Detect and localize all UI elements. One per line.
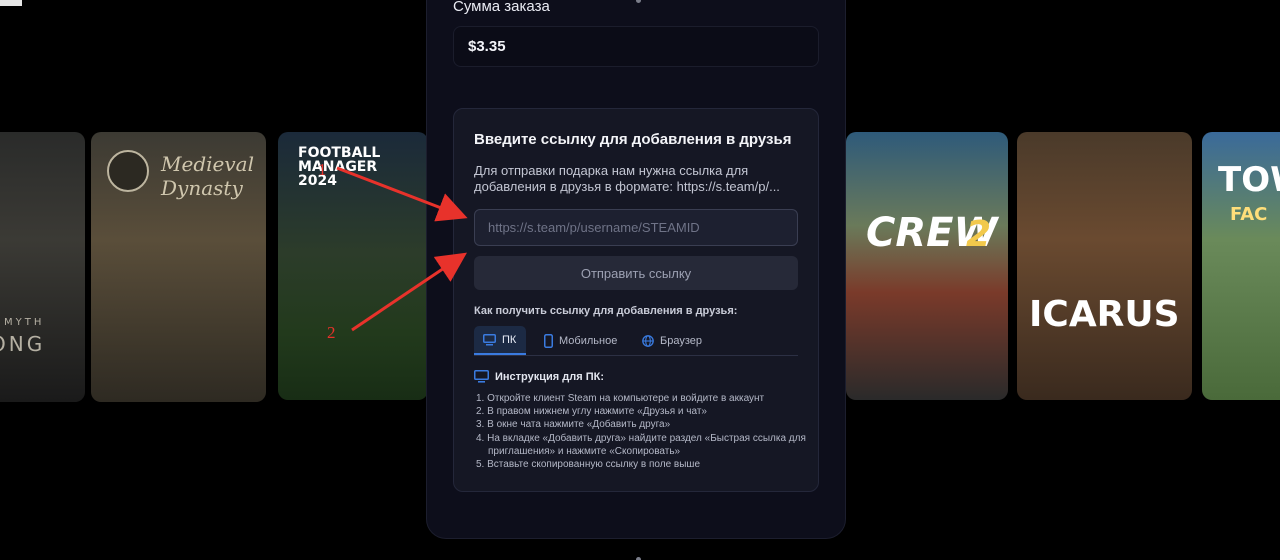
instructions-list: 1. Откройте клиент Steam на компьютере и… xyxy=(476,392,806,471)
instruction-step: 4. На вкладке «Добавить друга» найдите р… xyxy=(476,432,806,457)
game-card-caption: ICARUS xyxy=(1029,294,1180,335)
game-card-caption-sub: FAC xyxy=(1230,204,1268,225)
monitor-icon xyxy=(474,370,489,383)
friend-link-title: Введите ссылку для добавления в друзья xyxy=(474,131,792,148)
annotation-label-2: 2 xyxy=(327,323,336,342)
tab-mobile-label: Мобильное xyxy=(559,334,618,347)
phone-icon xyxy=(544,333,553,348)
game-card-the-crew[interactable]: CREW 2 xyxy=(846,132,1008,400)
instruction-step: 1. Откройте клиент Steam на компьютере и… xyxy=(476,393,765,404)
order-sum-field: $3.35 xyxy=(453,26,819,67)
friend-link-input[interactable] xyxy=(474,209,798,246)
friend-link-description: Для отправки подарка нам нужна ссылка дл… xyxy=(474,163,780,194)
game-card-caption: Medieval Dynasty xyxy=(161,152,254,200)
globe-icon xyxy=(642,334,654,347)
monitor-icon xyxy=(483,333,496,345)
tab-pc[interactable]: ПК xyxy=(474,326,526,355)
instruction-step: 5. Вставьте скопированную ссылку в поле … xyxy=(476,459,701,471)
instruction-step: 3. В окне чата нажмите «Добавить друга» xyxy=(476,419,671,431)
game-card-caption: TOW xyxy=(1218,160,1280,200)
tab-browser-label: Браузер xyxy=(660,334,702,347)
game-card-football-manager[interactable]: FOOTBALL MANAGER 2024 xyxy=(278,132,428,400)
game-card-town[interactable]: TOW FAC xyxy=(1202,132,1280,400)
game-card-icarus[interactable]: ICARUS xyxy=(1017,132,1192,400)
tab-mobile[interactable]: Мобильное xyxy=(544,326,624,355)
game-card-caption-number: 2 xyxy=(966,214,992,255)
game-card-caption: MYTH xyxy=(4,317,45,328)
platform-tabs: ПК Мобильное Браузер xyxy=(474,326,798,356)
game-card-medieval-dynasty[interactable]: Medieval Dynasty xyxy=(91,132,266,402)
how-to-get-link-title: Как получить ссылку для добавления в дру… xyxy=(474,305,738,317)
tab-pc-label: ПК xyxy=(502,333,517,346)
game-card-caption: FOOTBALL MANAGER 2024 xyxy=(298,145,381,189)
instruction-step: 2. В правом нижнем углу нажмите «Друзья … xyxy=(476,406,707,418)
instructions-title-text: Инструкция для ПК: xyxy=(495,370,604,383)
tab-browser[interactable]: Браузер xyxy=(642,326,712,355)
send-link-button[interactable]: Отправить ссылку xyxy=(474,256,798,290)
order-sum-label: Сумма заказа xyxy=(453,0,550,15)
game-card-caption: ONG xyxy=(0,332,46,356)
order-sum-value: $3.35 xyxy=(468,38,506,55)
instructions-title: Инструкция для ПК: xyxy=(474,370,604,383)
emblem-icon xyxy=(107,150,149,192)
annotation-label-1: 1 xyxy=(318,160,327,179)
game-card-myth[interactable]: MYTH ONG xyxy=(0,132,85,402)
logo-mark xyxy=(0,0,22,6)
